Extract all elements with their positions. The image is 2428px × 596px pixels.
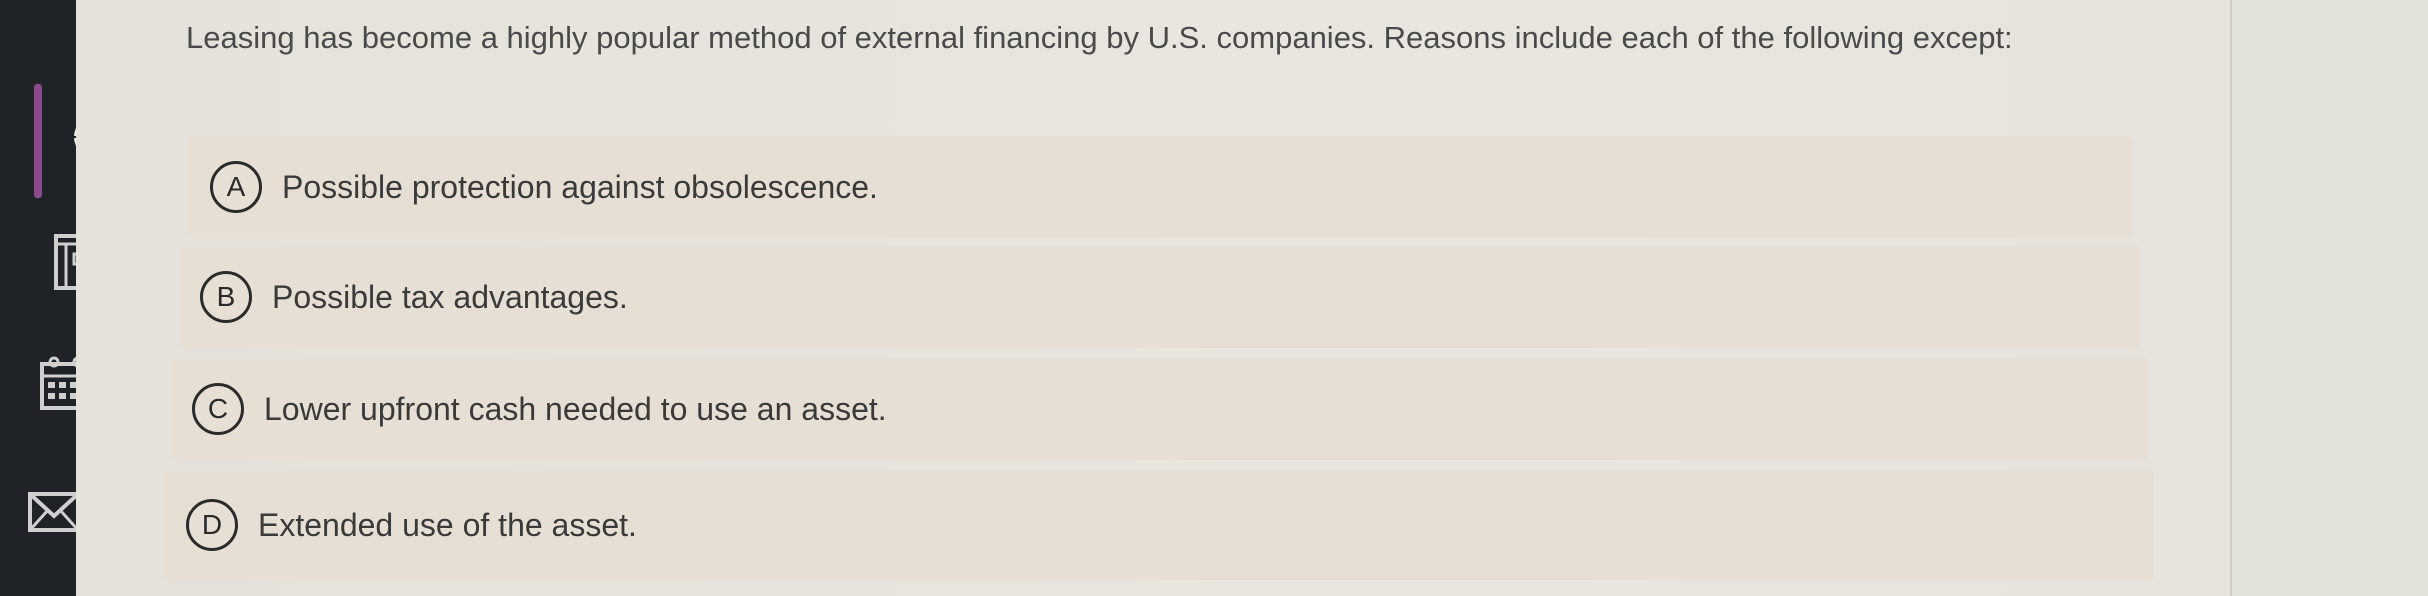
option-d[interactable]: D Extended use of the asset. <box>164 470 2154 580</box>
option-letter-c: C <box>192 383 244 435</box>
option-letter-d: D <box>186 499 238 551</box>
sidebar <box>0 0 124 596</box>
option-letter-a: A <box>210 161 262 213</box>
mail-icon[interactable] <box>26 490 82 534</box>
option-c[interactable]: C Lower upfront cash needed to use an as… <box>172 358 2148 460</box>
option-letter-b: B <box>200 271 252 323</box>
option-a[interactable]: A Possible protection against obsolescen… <box>188 136 2132 238</box>
option-text-b: Possible tax advantages. <box>272 278 628 315</box>
active-nav-indicator <box>34 84 42 198</box>
option-text-a: Possible protection against obsolescence… <box>282 168 878 205</box>
option-text-d: Extended use of the asset. <box>258 506 637 543</box>
option-text-c: Lower upfront cash needed to use an asse… <box>264 390 887 427</box>
option-b[interactable]: B Possible tax advantages. <box>180 246 2140 348</box>
right-panel <box>2230 0 2428 596</box>
question-panel: Leasing has become a highly popular meth… <box>76 0 2230 596</box>
question-text: Leasing has become a highly popular meth… <box>186 20 2013 55</box>
